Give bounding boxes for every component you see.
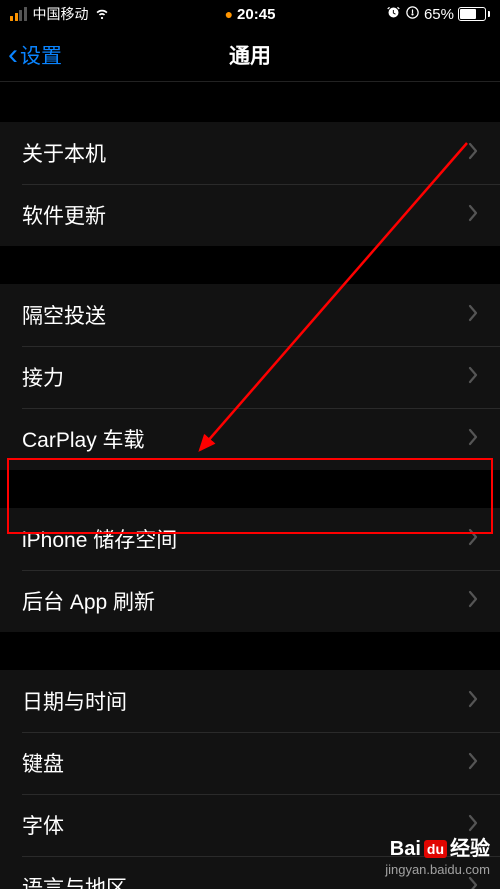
chevron-right-icon: [468, 590, 478, 613]
status-bar: 中国移动 ● 20:45 65%: [0, 0, 500, 28]
battery-percentage: 65%: [424, 6, 454, 23]
navigation-bar: ‹ 设置 通用: [0, 28, 500, 82]
status-left: 中国移动: [10, 3, 111, 25]
row-software-update[interactable]: 软件更新: [0, 184, 500, 246]
chevron-right-icon: [468, 142, 478, 165]
chevron-right-icon: [468, 690, 478, 713]
row-label: 字体: [22, 810, 64, 840]
row-keyboard[interactable]: 键盘: [0, 732, 500, 794]
wifi-icon: [93, 3, 111, 25]
chevron-right-icon: [468, 304, 478, 327]
microphone-icon: ●: [225, 6, 233, 22]
chevron-right-icon: [468, 366, 478, 389]
carrier-label: 中国移动: [33, 4, 89, 24]
watermark-brand-suffix: 经验: [450, 836, 490, 862]
battery-icon: [458, 7, 490, 21]
chevron-left-icon: ‹: [8, 40, 18, 70]
watermark-brand-box: du: [424, 840, 447, 858]
row-carplay[interactable]: CarPlay 车载: [0, 408, 500, 470]
row-label: 键盘: [22, 748, 64, 778]
row-label: CarPlay 车载: [22, 424, 145, 454]
chevron-right-icon: [468, 428, 478, 451]
row-label: 软件更新: [22, 200, 106, 230]
chevron-right-icon: [468, 752, 478, 775]
page-title: 通用: [229, 40, 271, 70]
row-handoff[interactable]: 接力: [0, 346, 500, 408]
settings-group: 关于本机软件更新: [0, 122, 500, 246]
alarm-icon: [386, 5, 401, 23]
row-label: iPhone 储存空间: [22, 524, 177, 554]
row-about[interactable]: 关于本机: [0, 122, 500, 184]
row-label: 隔空投送: [22, 300, 106, 330]
row-date-time[interactable]: 日期与时间: [0, 670, 500, 732]
row-airdrop[interactable]: 隔空投送: [0, 284, 500, 346]
chevron-right-icon: [468, 814, 478, 837]
row-iphone-storage[interactable]: iPhone 储存空间: [0, 508, 500, 570]
settings-group: iPhone 储存空间后台 App 刷新: [0, 508, 500, 632]
watermark-brand-prefix: Bai: [390, 836, 421, 862]
row-label: 日期与时间: [22, 686, 127, 716]
row-background-app-refresh[interactable]: 后台 App 刷新: [0, 570, 500, 632]
back-label: 设置: [20, 40, 62, 70]
row-label: 接力: [22, 362, 64, 392]
status-time: 20:45: [237, 6, 275, 23]
status-right: 65%: [386, 5, 490, 23]
settings-list: 关于本机软件更新隔空投送接力 CarPlay 车载 iPhone 储存空间后台 Ap…: [0, 82, 500, 889]
watermark: Baidu 经验 jingyan.baidu.com: [385, 836, 490, 879]
row-label: 关于本机: [22, 138, 106, 168]
chevron-right-icon: [468, 528, 478, 551]
signal-icon: [10, 7, 27, 21]
rotation-lock-icon: [405, 5, 420, 23]
row-label: 后台 App 刷新: [22, 586, 155, 616]
watermark-url: jingyan.baidu.com: [385, 862, 490, 879]
status-center: ● 20:45: [225, 6, 276, 23]
chevron-right-icon: [468, 204, 478, 227]
settings-group: 隔空投送接力 CarPlay 车载: [0, 284, 500, 470]
back-button[interactable]: ‹ 设置: [0, 40, 62, 70]
row-label: 语言与地区: [22, 872, 127, 889]
